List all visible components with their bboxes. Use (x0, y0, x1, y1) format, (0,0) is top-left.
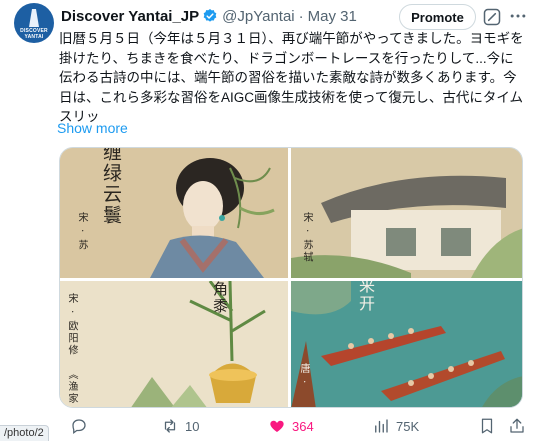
panel3-poem: 《渔家 (66, 369, 77, 405)
bookmark-icon (481, 418, 493, 434)
media-image-4[interactable]: 来开 唐 · (291, 281, 522, 407)
views-button[interactable]: 75K (372, 417, 419, 435)
vase-illustration (60, 281, 288, 407)
panel2-credit: 宋 · 苏轼 (301, 212, 312, 264)
panel4-credit: 唐 · (298, 363, 309, 386)
panel3-credit: 宋 · 欧阳修 (66, 293, 77, 357)
more-options-icon[interactable] (508, 6, 528, 26)
author-handle[interactable]: @JpYantai (222, 8, 295, 25)
media-image-1[interactable]: 缠绿云鬟 宋 · 苏 (60, 148, 288, 278)
post-date[interactable]: May 31 (308, 8, 357, 25)
views-chart-icon (375, 419, 388, 433)
house-illustration (291, 148, 522, 278)
tweet-container: DISCOVER YANTAI Discover Yantai_JP @JpYa… (0, 0, 537, 441)
views-count: 75K (396, 418, 420, 434)
share-button[interactable] (508, 417, 532, 435)
media-grid[interactable]: 缠绿云鬟 宋 · 苏 宋 · 苏轼 角黍 宋 · 欧阳修 《渔家 来开 唐 · (59, 147, 523, 408)
heart-icon (270, 420, 284, 432)
dragon-boat-illustration (291, 281, 522, 407)
tweet-header: Discover Yantai_JP @JpYantai · May 31 (61, 6, 357, 26)
repost-icon (164, 419, 176, 433)
share-icon (510, 418, 524, 433)
media-image-3[interactable]: 角黍 宋 · 欧阳修 《渔家 (60, 281, 288, 407)
reply-button[interactable] (70, 417, 94, 435)
panel3-title: 角黍 (211, 281, 229, 315)
reply-icon (72, 419, 86, 435)
lady-portrait-illustration (60, 148, 288, 278)
author-name[interactable]: Discover Yantai_JP (61, 8, 199, 25)
like-button[interactable]: 364 (268, 417, 314, 435)
like-count: 364 (292, 418, 314, 434)
panel1-title: 缠绿云鬟 (100, 148, 122, 226)
repost-count: 10 (185, 418, 200, 434)
bookmark-button[interactable] (478, 417, 502, 435)
verified-badge-icon (203, 9, 217, 22)
status-bar-url: /photo/2 (0, 425, 49, 441)
separator-dot: · (298, 7, 304, 25)
show-more-link[interactable]: Show more (57, 120, 128, 136)
promote-button[interactable]: Promote (399, 4, 476, 30)
repost-button[interactable]: 10 (161, 417, 199, 435)
avatar[interactable]: DISCOVER YANTAI (14, 3, 54, 43)
action-bar: 10 364 75K (59, 414, 529, 438)
panel4-title: 来开 (356, 281, 375, 313)
grok-icon[interactable] (482, 7, 502, 27)
tower-logo-icon (29, 9, 39, 27)
tweet-text: 旧暦５月５日（今年は５月３１日）、再び端午節がやってきました。ヨモギを掛けたり、… (59, 31, 524, 124)
avatar-text: DISCOVER YANTAI (20, 28, 48, 40)
panel1-credit: 宋 · 苏 (76, 212, 87, 252)
media-image-2[interactable]: 宋 · 苏轼 (291, 148, 522, 278)
